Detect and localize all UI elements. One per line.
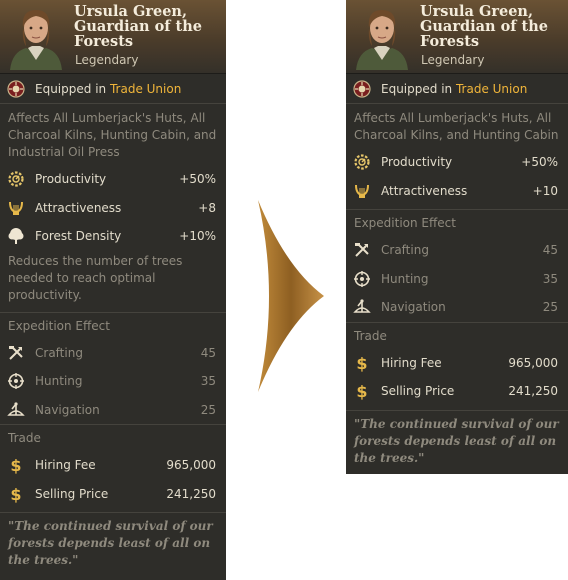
trade-value: 241,250 bbox=[508, 384, 558, 399]
expedition-value: 45 bbox=[200, 345, 216, 360]
dollar-icon: $ bbox=[6, 484, 26, 504]
expedition-label: Navigation bbox=[35, 402, 100, 417]
effect-label: Attractiveness bbox=[35, 200, 122, 215]
trade-label: Selling Price bbox=[381, 384, 455, 399]
productivity-gear-icon bbox=[6, 169, 26, 189]
trade-row-selling-price: $ Selling Price 241,250 bbox=[346, 377, 568, 406]
expedition-section: Expedition Effect Crafting 45 Hunting 35… bbox=[0, 311, 226, 425]
expedition-section: Expedition Effect Crafting 45 Hunting 35… bbox=[346, 209, 568, 322]
effect-row-attractiveness: Attractiveness +10 bbox=[346, 177, 568, 206]
expedition-row-hunting: Hunting 35 bbox=[0, 367, 226, 396]
trade-label: Selling Price bbox=[35, 486, 109, 501]
equipped-location: Trade Union bbox=[455, 81, 528, 96]
effect-value: +50% bbox=[521, 155, 558, 170]
equipped-location: Trade Union bbox=[109, 81, 182, 96]
effect-row-productivity: Productivity +50% bbox=[346, 148, 568, 177]
rarity-label: Legendary bbox=[75, 53, 139, 67]
crafting-tools-icon bbox=[352, 240, 372, 260]
expedition-value: 35 bbox=[542, 271, 558, 286]
portrait-avatar bbox=[10, 10, 62, 70]
expedition-row-navigation: Navigation 25 bbox=[346, 293, 568, 322]
equipped-in-row: Equipped in Trade Union bbox=[346, 74, 568, 104]
trade-union-emblem-icon bbox=[6, 79, 26, 99]
trade-section: Trade $ Hiring Fee 965,000 $ Selling Pri… bbox=[346, 321, 568, 406]
svg-text:$: $ bbox=[356, 382, 367, 400]
expedition-value: 45 bbox=[542, 243, 558, 258]
effect-value: +8 bbox=[198, 200, 216, 215]
specialist-name: Ursula Green, Guardian of the Forests bbox=[420, 3, 549, 50]
productivity-gear-icon bbox=[352, 152, 372, 172]
trade-label: Hiring Fee bbox=[35, 458, 96, 473]
trade-value: 965,000 bbox=[166, 458, 216, 473]
expedition-section-title: Expedition Effect bbox=[354, 216, 456, 230]
forest-density-note: Reduces the number of trees needed to re… bbox=[8, 253, 183, 302]
trade-section: Trade $ Hiring Fee 965,000 $ Selling Pri… bbox=[0, 424, 226, 508]
svg-text:$: $ bbox=[10, 485, 21, 503]
trade-value: 965,000 bbox=[508, 355, 558, 370]
expedition-label: Hunting bbox=[35, 374, 83, 389]
svg-text:$: $ bbox=[10, 456, 21, 474]
dollar-icon: $ bbox=[352, 381, 372, 401]
effect-label: Productivity bbox=[381, 155, 453, 170]
navigation-sextant-icon bbox=[352, 297, 372, 317]
card-header: Ursula Green, Guardian of the Forests Le… bbox=[0, 0, 226, 74]
expedition-row-crafting: Crafting 45 bbox=[346, 236, 568, 265]
expedition-value: 25 bbox=[542, 300, 558, 315]
equipped-prefix: Equipped in bbox=[381, 81, 453, 96]
svg-text:$: $ bbox=[356, 354, 367, 372]
effect-value: +10 bbox=[532, 183, 558, 198]
effect-label: Attractiveness bbox=[381, 183, 468, 198]
expedition-label: Crafting bbox=[35, 345, 83, 360]
expedition-label: Navigation bbox=[381, 300, 446, 315]
flavor-quote: "The continued survival of our forests d… bbox=[346, 409, 568, 472]
attractiveness-lyre-icon bbox=[352, 181, 372, 201]
trade-row-hiring-fee: $ Hiring Fee 965,000 bbox=[0, 451, 226, 480]
expedition-label: Hunting bbox=[381, 271, 429, 286]
expedition-value: 25 bbox=[200, 402, 216, 417]
affects-description: Affects All Lumberjack's Huts, All Charc… bbox=[354, 111, 559, 142]
transition-arrow-icon bbox=[258, 200, 324, 392]
rarity-label: Legendary bbox=[421, 53, 485, 67]
specialist-card-after: Ursula Green, Guardian of the Forests Le… bbox=[346, 0, 568, 474]
effect-value: +10% bbox=[179, 229, 216, 244]
navigation-sextant-icon bbox=[6, 400, 26, 420]
trade-row-selling-price: $ Selling Price 241,250 bbox=[0, 480, 226, 509]
expedition-value: 35 bbox=[200, 374, 216, 389]
trade-union-emblem-icon bbox=[352, 79, 372, 99]
affects-description: Affects All Lumberjack's Huts, All Charc… bbox=[8, 111, 217, 159]
attractiveness-lyre-icon bbox=[6, 198, 26, 218]
expedition-row-crafting: Crafting 45 bbox=[0, 339, 226, 368]
dollar-icon: $ bbox=[6, 455, 26, 475]
trade-value: 241,250 bbox=[166, 486, 216, 501]
hunting-crosshair-icon bbox=[6, 371, 26, 391]
tree-icon bbox=[6, 226, 26, 246]
crafting-tools-icon bbox=[6, 343, 26, 363]
trade-section-title: Trade bbox=[354, 328, 387, 343]
effect-label: Forest Density bbox=[35, 229, 122, 244]
expedition-row-hunting: Hunting 35 bbox=[346, 265, 568, 294]
effect-row-forest-density: Forest Density +10% bbox=[0, 222, 226, 251]
trade-row-hiring-fee: $ Hiring Fee 965,000 bbox=[346, 349, 568, 378]
effect-row-attractiveness: Attractiveness +8 bbox=[0, 194, 226, 223]
specialist-name: Ursula Green, Guardian of the Forests bbox=[74, 3, 203, 50]
trade-section-title: Trade bbox=[8, 431, 41, 445]
effect-value: +50% bbox=[179, 172, 216, 187]
expedition-row-navigation: Navigation 25 bbox=[0, 396, 226, 425]
equipped-prefix: Equipped in bbox=[35, 81, 107, 96]
dollar-icon: $ bbox=[352, 353, 372, 373]
flavor-quote: "The continued survival of our forests d… bbox=[0, 512, 226, 574]
expedition-label: Crafting bbox=[381, 243, 429, 258]
specialist-card-before: Ursula Green, Guardian of the Forests Le… bbox=[0, 0, 226, 580]
hunting-crosshair-icon bbox=[352, 269, 372, 289]
equipped-in-row: Equipped in Trade Union bbox=[0, 74, 226, 104]
card-header: Ursula Green, Guardian of the Forests Le… bbox=[346, 0, 568, 74]
effect-row-productivity: Productivity +50% bbox=[0, 165, 226, 194]
portrait-avatar bbox=[356, 10, 408, 70]
expedition-section-title: Expedition Effect bbox=[8, 318, 110, 333]
effect-label: Productivity bbox=[35, 172, 107, 187]
trade-label: Hiring Fee bbox=[381, 355, 442, 370]
